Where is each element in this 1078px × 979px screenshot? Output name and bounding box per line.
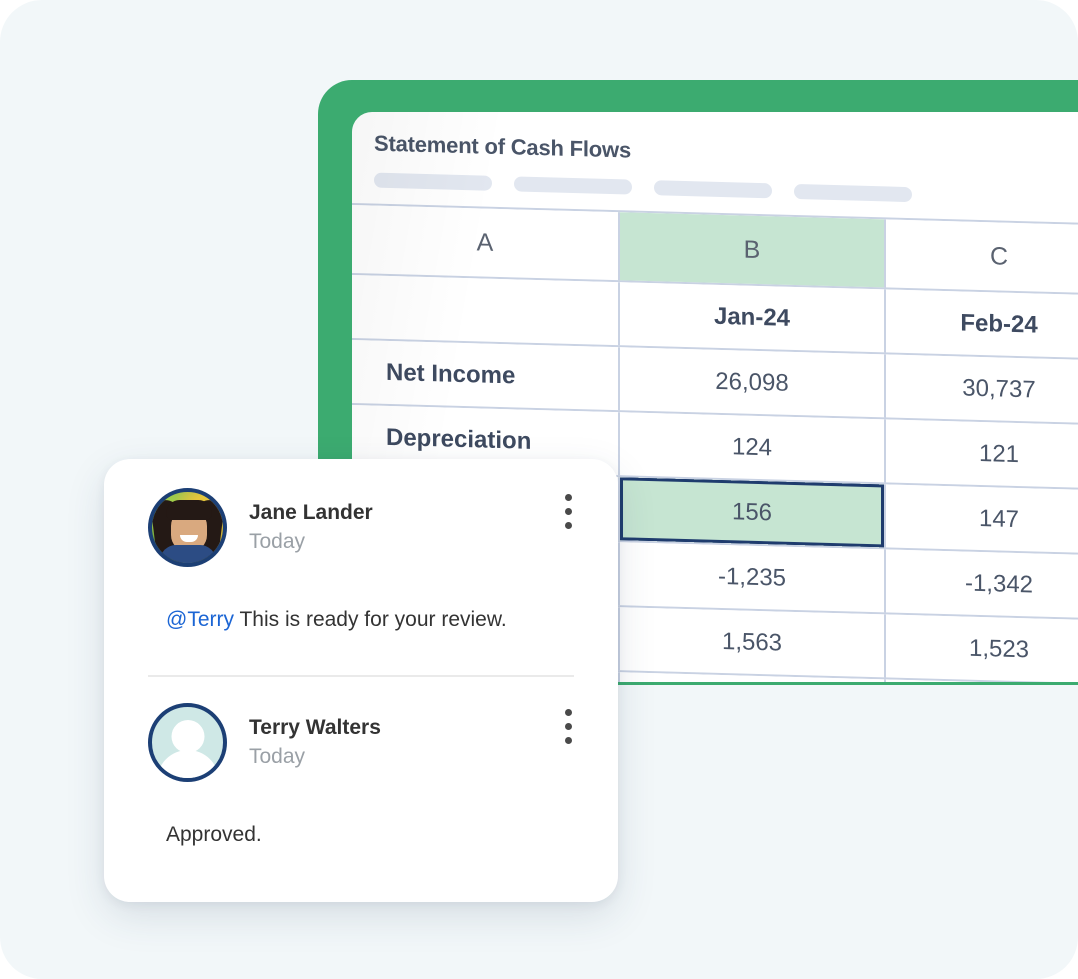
cell-c1[interactable]: Feb-24 — [884, 289, 1078, 359]
comment-header: Jane Lander Today — [104, 488, 618, 567]
kebab-dot — [565, 494, 572, 501]
column-header-b[interactable]: B — [618, 212, 884, 288]
cell-c6[interactable]: 1,523 — [884, 614, 1078, 682]
avatar-jane[interactable] — [148, 488, 227, 567]
cell-b1[interactable]: Jan-24 — [618, 282, 884, 353]
toolbar-pill-1[interactable] — [374, 172, 492, 191]
cell-c4[interactable]: 147 — [884, 484, 1078, 554]
cell-b6[interactable]: 1,563 — [618, 607, 884, 678]
kebab-menu-icon[interactable] — [565, 494, 572, 529]
comment-header: Terry Walters Today — [104, 703, 618, 783]
column-header-a[interactable]: A — [352, 205, 618, 280]
cell-c3[interactable]: 121 — [884, 419, 1078, 489]
comment-timestamp: Today — [249, 745, 306, 769]
column-header-c[interactable]: C — [884, 219, 1078, 294]
cell-a2[interactable]: Net Income — [352, 340, 618, 410]
screenshot-scene: Statement of Cash Flows A B C Jan-24 Feb… — [0, 0, 1078, 979]
comment-author-name: Jane Lander — [249, 500, 373, 524]
comment-text: This is ready for your review. — [233, 608, 507, 631]
cell-c5[interactable]: -1,342 — [884, 549, 1078, 619]
kebab-menu-icon[interactable] — [565, 709, 572, 745]
comment-timestamp: Today — [249, 529, 306, 553]
avatar-torso-icon — [160, 545, 216, 563]
comment-item-jane: Jane Lander Today @Terry This is ready f… — [104, 459, 618, 634]
avatar-terry[interactable] — [148, 703, 227, 783]
cell-b5[interactable]: -1,235 — [618, 542, 884, 613]
avatar-fringe-icon — [166, 500, 212, 520]
comment-item-terry: Terry Walters Today Approved. — [104, 677, 618, 849]
page-title: Statement of Cash Flows — [374, 130, 631, 163]
avatar-person-body-icon — [156, 750, 219, 779]
toolbar-pill-2[interactable] — [514, 176, 632, 195]
kebab-dot — [565, 522, 572, 529]
kebab-dot — [565, 737, 572, 745]
cell-c2[interactable]: 30,737 — [884, 354, 1078, 424]
kebab-dot — [565, 723, 572, 731]
spreadsheet-header: Statement of Cash Flows — [352, 112, 1078, 208]
comment-author-name: Terry Walters — [249, 716, 381, 740]
avatar-person-head-icon — [171, 720, 204, 754]
toolbar-placeholder-row — [374, 172, 1078, 208]
cell-b2[interactable]: 26,098 — [618, 347, 884, 418]
comment-mention-link[interactable]: @Terry — [166, 608, 234, 631]
comment-body: @Terry This is ready for your review. — [104, 567, 618, 634]
toolbar-pill-4[interactable] — [794, 183, 912, 203]
cell-a1[interactable] — [352, 275, 618, 345]
kebab-dot — [565, 508, 572, 515]
kebab-dot — [565, 709, 572, 717]
comment-author-block: Terry Walters Today — [249, 715, 381, 771]
selected-cell-b4[interactable]: 156 — [618, 477, 884, 548]
toolbar-pill-3[interactable] — [654, 180, 772, 199]
comment-author-block: Jane Lander Today — [249, 500, 373, 556]
comment-card: Jane Lander Today @Terry This is ready f… — [104, 459, 618, 902]
comment-body: Approved. — [104, 782, 618, 849]
comment-text: Approved. — [166, 823, 262, 847]
cell-b3[interactable]: 124 — [618, 412, 884, 483]
